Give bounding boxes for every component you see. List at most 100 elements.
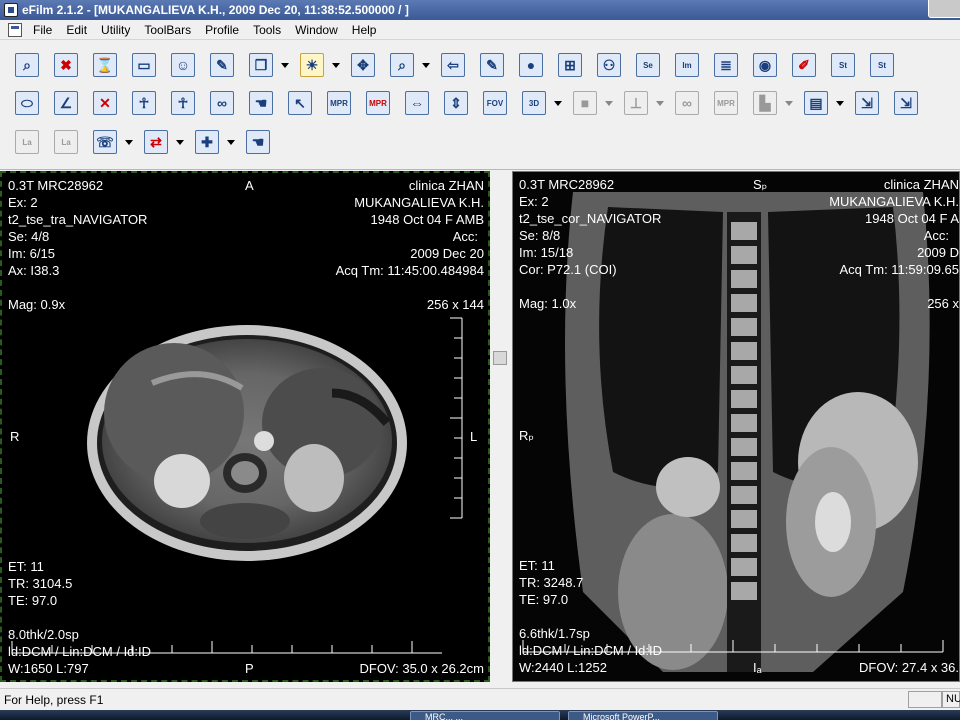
cine-button[interactable]: ● (516, 50, 546, 80)
cube-dropdown-arrow[interactable] (605, 100, 613, 106)
sync-2-button[interactable]: ⇲ (891, 88, 921, 118)
fov-icon: FOV (483, 91, 507, 115)
flip-vertical-button[interactable]: ⇕ (441, 88, 471, 118)
scroll-thumb[interactable] (493, 351, 507, 365)
axes-dropdown-arrow[interactable] (656, 100, 664, 106)
histogram-button[interactable]: ▙ (750, 88, 780, 118)
cube-button[interactable]: ■ (570, 88, 600, 118)
hourglass-icon: ⌛ (93, 53, 117, 77)
close-study-button[interactable]: ✖ (51, 50, 81, 80)
annotate-button[interactable]: ✎ (477, 50, 507, 80)
axes-icon: ⊥ (624, 91, 648, 115)
zoom-button[interactable]: ⌕ (387, 50, 417, 80)
previous-button[interactable]: ⇦ (438, 50, 468, 80)
series-button[interactable]: Se (633, 50, 663, 80)
menu-file[interactable]: File (26, 21, 59, 39)
menu-help[interactable]: Help (345, 21, 384, 39)
link-button[interactable]: ∞ (207, 88, 237, 118)
ellipse-roi-button[interactable]: ⬭ (12, 88, 42, 118)
layout-button[interactable]: ❐ (246, 50, 276, 80)
glasses-button[interactable]: ∞ (672, 88, 702, 118)
zoom-dropdown-arrow[interactable] (422, 62, 430, 68)
cube-icon: ■ (573, 91, 597, 115)
body-button[interactable]: ☥ (129, 88, 159, 118)
pointer-button[interactable]: ↖ (285, 88, 315, 118)
mpr-cross-button[interactable]: MPR (363, 88, 393, 118)
menu-edit[interactable]: Edit (59, 21, 94, 39)
puzzle-dropdown-arrow[interactable] (227, 139, 235, 145)
window-close-button[interactable] (928, 0, 960, 18)
transfer-button[interactable]: ⇄ (141, 127, 171, 157)
open-study-button[interactable]: ⌕ (12, 50, 42, 80)
overlay-right-orientation: L (470, 429, 478, 444)
patient-button[interactable]: ☺ (168, 50, 198, 80)
overlay-acquisition-time: Acq Tm: 11:59:09.65 (839, 262, 959, 277)
hourglass-button[interactable]: ⌛ (90, 50, 120, 80)
mpr-button[interactable]: MPR (711, 88, 741, 118)
sync-button[interactable]: ⇲ (852, 88, 882, 118)
next-layer-button[interactable]: La (51, 127, 81, 157)
contacts-dropdown-arrow[interactable] (125, 139, 133, 145)
window-level-button[interactable]: ☀ (297, 50, 327, 80)
window-level-dropdown-arrow[interactable] (332, 62, 340, 68)
hand-select-button[interactable]: ☚ (243, 127, 273, 157)
viewport-coronal[interactable]: 0.3T MRC28962 Sₚ clinica ZHAN Ex: 2 MUKA… (512, 171, 960, 682)
transfer-dropdown-arrow[interactable] (176, 139, 184, 145)
pan-arrows-icon: ✥ (351, 53, 375, 77)
overlay-bottom-orientation: Iₐ (753, 660, 762, 675)
hanging-protocol-dropdown-arrow[interactable] (836, 100, 844, 106)
body-move-button[interactable]: ☥ (168, 88, 198, 118)
open-folder-button[interactable]: ▭ (129, 50, 159, 80)
menu-profile[interactable]: Profile (198, 21, 246, 39)
hand-link-button[interactable]: ☚ (246, 88, 276, 118)
puzzle-button[interactable]: ✚ (192, 127, 222, 157)
previous-study-button[interactable]: St (828, 50, 858, 80)
menu-window[interactable]: Window (288, 21, 345, 39)
taskbar-item-mrc[interactable]: MRC... ... (410, 711, 560, 720)
menu-utility[interactable]: Utility (94, 21, 137, 39)
report-icon: ≣ (714, 53, 738, 77)
hanging-protocol-button[interactable]: ▤ (801, 88, 831, 118)
overlay-slice-thickness: 8.0thk/2.0sp (8, 627, 79, 642)
axial-ruler (11, 317, 463, 654)
delete-annotation-button[interactable]: ✕ (90, 88, 120, 118)
image-button[interactable]: Im (672, 50, 702, 80)
viewport-axial[interactable]: 0.3T MRC28962 A clinica ZHAN Ex: 2 MUKAN… (0, 171, 490, 682)
previous-layer-button[interactable]: La (12, 127, 42, 157)
pan-button[interactable]: ✥ (348, 50, 378, 80)
grid-button[interactable]: ⊞ (555, 50, 585, 80)
overlay-slice-position: Ax: I38.3 (8, 263, 60, 278)
taskbar-item-powerpoint[interactable]: Microsoft PowerP... (568, 711, 718, 720)
fov-button[interactable]: FOV (480, 88, 510, 118)
spine-vertebrae (727, 212, 761, 672)
mpr-line-button[interactable]: MPR (324, 88, 354, 118)
flip-horizontal-button[interactable]: ⇔ (402, 88, 432, 118)
report-button[interactable]: ≣ (711, 50, 741, 80)
overlay-bottom-orientation: P (245, 661, 254, 676)
status-num-lock: NU (942, 691, 960, 708)
overlay-modality: 0.3T MRC28962 (519, 177, 615, 192)
overlay-study-date: 2009 Dec 20 (410, 246, 484, 261)
toolbar-row-3: La La ☏ ⇄ ✚ ☚ (12, 124, 282, 160)
export-button[interactable]: ✎ (207, 50, 237, 80)
axes-button[interactable]: ⊥ (621, 88, 651, 118)
menu-tools[interactable]: Tools (246, 21, 288, 39)
next-study-button[interactable]: St (867, 50, 897, 80)
menu-toolbars[interactable]: ToolBars (137, 21, 198, 39)
document-icon[interactable] (8, 22, 22, 37)
viewport-splitter[interactable] (490, 171, 512, 682)
overlay-institution: clinica ZHAN (883, 177, 959, 192)
overlay-series-description: t2_tse_tra_NAVIGATOR (8, 212, 148, 227)
overlay-patient-name: MUKANGALIEVA K.H. (829, 194, 959, 209)
draw-button[interactable]: ✐ (789, 50, 819, 80)
view-button[interactable]: ◉ (750, 50, 780, 80)
compare-button[interactable]: ⚇ (594, 50, 624, 80)
histogram-dropdown-arrow[interactable] (785, 100, 793, 106)
sync-icon: ⇲ (855, 91, 879, 115)
view-3d-button[interactable]: 3D (519, 88, 549, 118)
contacts-button[interactable]: ☏ (90, 127, 120, 157)
layout-dropdown-arrow[interactable] (281, 62, 289, 68)
view-3d-dropdown-arrow[interactable] (554, 100, 562, 106)
overlay-patient-info: 1948 Oct 04 F A (865, 211, 959, 226)
angle-button[interactable]: ∠ (51, 88, 81, 118)
